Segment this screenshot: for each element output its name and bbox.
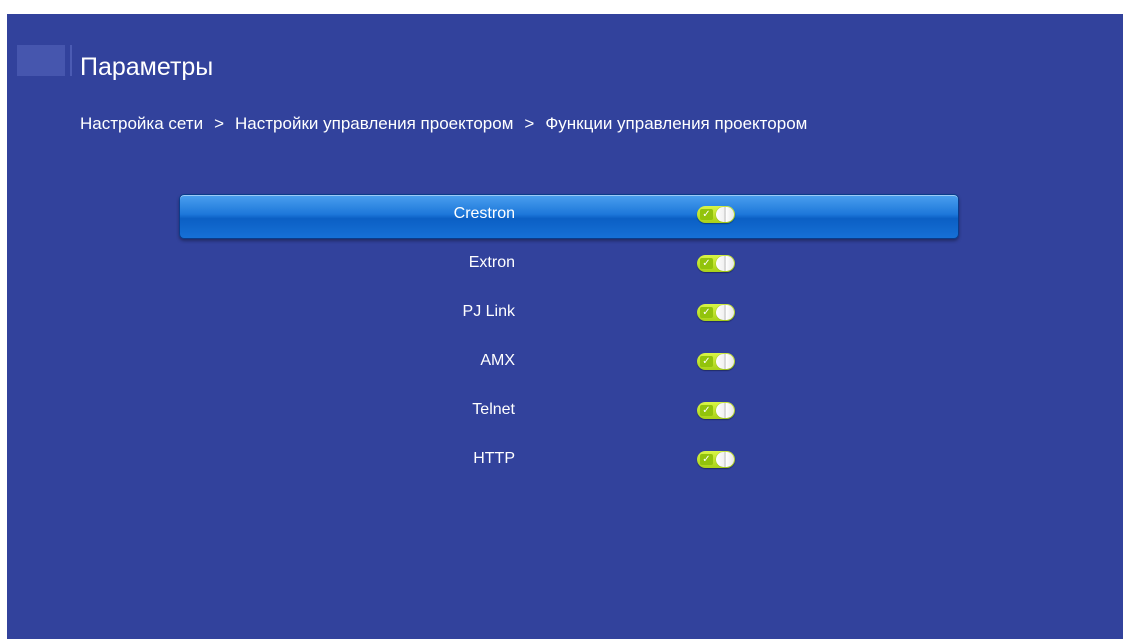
http-toggle[interactable]: ✓ [697, 451, 735, 468]
menu-row-pjlink[interactable]: PJ Link ✓ [179, 292, 961, 341]
menu-row-label: AMX [480, 352, 515, 369]
menu-row-crestron[interactable]: Crestron ✓ [179, 194, 961, 243]
page-title: Параметры [80, 53, 214, 81]
telnet-toggle[interactable]: ✓ [697, 402, 735, 419]
check-icon: ✓ [700, 356, 713, 367]
toggle-knob [716, 452, 734, 467]
toggle-knob [716, 354, 734, 369]
check-icon: ✓ [700, 258, 713, 269]
breadcrumb-separator: > [524, 114, 535, 133]
extron-toggle[interactable]: ✓ [697, 255, 735, 272]
control-functions-menu: Crestron ✓ Extron ✓ PJ Link ✓ AMX ✓ Teln… [179, 194, 961, 488]
menu-row-http[interactable]: HTTP ✓ [179, 439, 961, 488]
toggle-knob [716, 256, 734, 271]
breadcrumb-item-control-functions: Функции управления проектором [545, 114, 808, 133]
pjlink-toggle[interactable]: ✓ [697, 304, 735, 321]
menu-row-label: Crestron [453, 205, 515, 222]
breadcrumb: Настройка сети > Настройки управления прое… [80, 113, 807, 135]
breadcrumb-item-control-settings: Настройки управления проектором [235, 114, 514, 133]
crestron-toggle[interactable]: ✓ [697, 206, 735, 223]
amx-toggle[interactable]: ✓ [697, 353, 735, 370]
check-icon: ✓ [700, 209, 713, 220]
toggle-knob [716, 207, 734, 222]
menu-row-amx[interactable]: AMX ✓ [179, 341, 961, 390]
header-divider [70, 45, 72, 76]
menu-row-label: Telnet [472, 401, 515, 418]
logo-block [17, 45, 65, 76]
toggle-knob [716, 305, 734, 320]
check-icon: ✓ [700, 405, 713, 416]
breadcrumb-separator: > [214, 114, 225, 133]
menu-row-extron[interactable]: Extron ✓ [179, 243, 961, 292]
toggle-knob [716, 403, 734, 418]
menu-row-label: HTTP [473, 450, 515, 467]
menu-row-label: PJ Link [462, 303, 515, 320]
menu-row-telnet[interactable]: Telnet ✓ [179, 390, 961, 439]
breadcrumb-item-network: Настройка сети [80, 114, 204, 133]
check-icon: ✓ [700, 454, 713, 465]
projector-osd-screen: Параметры Настройка сети > Настройки управ… [7, 14, 1123, 639]
check-icon: ✓ [700, 307, 713, 318]
menu-row-label: Extron [468, 254, 515, 271]
